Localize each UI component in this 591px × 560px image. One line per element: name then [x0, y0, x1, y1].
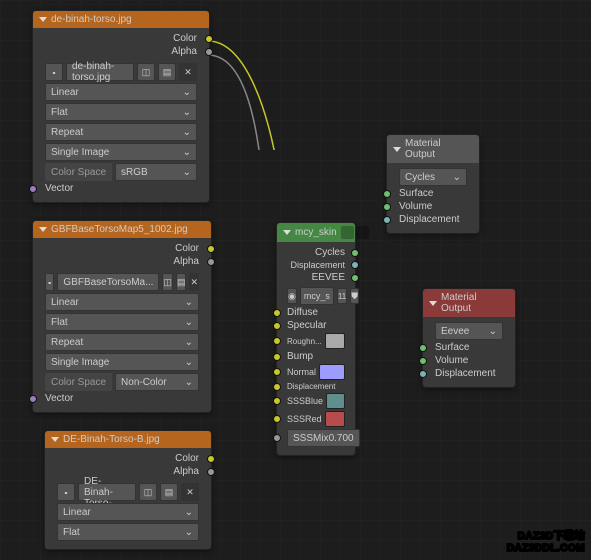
image-file-field[interactable]: GBFBaseTorsoMa...	[57, 273, 159, 291]
image-icon[interactable]: 🞍	[45, 63, 63, 81]
node-header[interactable]: DE-Binah-Torso-B.jpg	[45, 431, 211, 448]
normal-swatch[interactable]	[319, 364, 345, 380]
input-roughness: Roughn...	[287, 337, 322, 346]
collapse-icon[interactable]	[283, 230, 291, 235]
node-title: GBFBaseTorsoMap5_1002.jpg	[51, 224, 188, 235]
input-volume: Volume	[435, 355, 468, 366]
projection-dropdown[interactable]: Flat⌄	[45, 103, 197, 121]
input-specular: Specular	[287, 320, 326, 331]
output-eevee: EEVEE	[312, 272, 345, 283]
input-volume: Volume	[399, 201, 432, 212]
input-bump: Bump	[287, 351, 313, 362]
node-title: Material Output	[441, 292, 509, 314]
output-alpha: Alpha	[171, 46, 197, 57]
output-cycles: Cycles	[315, 247, 345, 258]
node-header[interactable]: mcy_skin	[277, 223, 355, 242]
sssblue-swatch[interactable]	[326, 393, 345, 409]
close-icon[interactable]: ✕	[181, 483, 199, 501]
image-file-field[interactable]: DE-Binah-Torso-...	[78, 483, 136, 501]
input-displacement: Displacement	[399, 214, 460, 225]
shield-icon[interactable]: ⛊	[350, 288, 359, 304]
node-header[interactable]: GBFBaseTorsoMap5_1002.jpg	[33, 221, 211, 238]
node-mute-icon[interactable]	[356, 226, 369, 239]
projection-dropdown[interactable]: Flat⌄	[57, 523, 199, 541]
material-output-node-cycles[interactable]: Material Output Cycles⌄ Surface Volume D…	[386, 134, 480, 234]
close-icon[interactable]: ✕	[179, 63, 197, 81]
unlink-icon[interactable]: ◫	[139, 483, 157, 501]
group-icon[interactable]: ◉	[287, 288, 297, 304]
input-surface: Surface	[399, 188, 433, 199]
material-output-node-eevee[interactable]: Material Output Eevee⌄ Surface Volume Di…	[422, 288, 516, 388]
input-vector: Vector	[45, 393, 73, 404]
output-color: Color	[175, 453, 199, 464]
input-surface: Surface	[435, 342, 469, 353]
projection-dropdown[interactable]: Flat⌄	[45, 313, 199, 331]
source-dropdown[interactable]: Single Image⌄	[45, 143, 197, 161]
target-dropdown[interactable]: Eevee⌄	[435, 322, 503, 340]
input-normal: Normal	[287, 367, 316, 377]
colorspace-dropdown[interactable]: Non-Color⌄	[115, 373, 199, 391]
node-title: de-binah-torso.jpg	[51, 14, 132, 25]
target-dropdown[interactable]: Cycles⌄	[399, 168, 467, 186]
colorspace-dropdown[interactable]: sRGB⌄	[115, 163, 197, 181]
node-header[interactable]: Material Output	[387, 135, 479, 163]
extension-dropdown[interactable]: Repeat⌄	[45, 123, 197, 141]
node-title: mcy_skin	[295, 227, 337, 238]
input-displacement: Displacement	[287, 382, 335, 391]
input-sssred: SSSRed	[287, 414, 322, 424]
sssred-swatch[interactable]	[325, 411, 345, 427]
group-name-field[interactable]: mcy_s	[300, 287, 334, 305]
image-file-field[interactable]: de-binah-torso.jpg	[66, 63, 134, 81]
watermark: DAZ3D下载站 DAZ3DDL.COM	[507, 531, 585, 554]
input-vector: Vector	[45, 183, 73, 194]
image-icon[interactable]: 🞍	[57, 483, 75, 501]
unlink-icon[interactable]: ◫	[137, 63, 155, 81]
collapse-icon[interactable]	[393, 147, 401, 152]
collapse-icon[interactable]	[51, 437, 59, 442]
input-diffuse: Diffuse	[287, 307, 318, 318]
interpolation-dropdown[interactable]: Linear⌄	[45, 83, 197, 101]
input-displacement: Displacement	[435, 368, 496, 379]
group-users[interactable]: 11	[337, 288, 347, 304]
output-color: Color	[175, 243, 199, 254]
interpolation-dropdown[interactable]: Linear⌄	[45, 293, 199, 311]
node-header[interactable]: Material Output	[423, 289, 515, 317]
node-group-mcy-skin[interactable]: mcy_skin Cycles Displacement EEVEE ◉ mcy…	[276, 222, 356, 456]
sssmix-slider[interactable]: SSSMix0.700	[287, 429, 360, 447]
node-opts-icon[interactable]	[341, 226, 354, 239]
close-icon[interactable]: ✕	[189, 273, 199, 291]
open-icon[interactable]: ▤	[160, 483, 178, 501]
roughness-swatch[interactable]	[325, 333, 345, 349]
image-texture-node-1[interactable]: de-binah-torso.jpg Color Alpha 🞍 de-bina…	[32, 10, 210, 203]
colorspace-label: Color Space	[45, 163, 112, 181]
image-texture-node-3[interactable]: DE-Binah-Torso-B.jpg Color Alpha 🞍 DE-Bi…	[44, 430, 212, 550]
output-alpha: Alpha	[173, 466, 199, 477]
output-displacement: Displacement	[290, 260, 345, 270]
input-sssblue: SSSBlue	[287, 396, 323, 406]
image-texture-node-2[interactable]: GBFBaseTorsoMap5_1002.jpg Color Alpha 🞍 …	[32, 220, 212, 413]
open-icon[interactable]: ▤	[176, 273, 187, 291]
node-header[interactable]: de-binah-torso.jpg	[33, 11, 209, 28]
source-dropdown[interactable]: Single Image⌄	[45, 353, 199, 371]
extension-dropdown[interactable]: Repeat⌄	[45, 333, 199, 351]
collapse-icon[interactable]	[429, 301, 437, 306]
interpolation-dropdown[interactable]: Linear⌄	[57, 503, 199, 521]
image-icon[interactable]: 🞍	[45, 273, 54, 291]
output-color: Color	[173, 33, 197, 44]
colorspace-label: Color Space	[45, 373, 112, 391]
node-title: Material Output	[405, 138, 473, 160]
collapse-icon[interactable]	[39, 227, 47, 232]
collapse-icon[interactable]	[39, 17, 47, 22]
unlink-icon[interactable]: ◫	[162, 273, 173, 291]
output-alpha: Alpha	[173, 256, 199, 267]
node-title: DE-Binah-Torso-B.jpg	[63, 434, 160, 445]
open-icon[interactable]: ▤	[158, 63, 176, 81]
